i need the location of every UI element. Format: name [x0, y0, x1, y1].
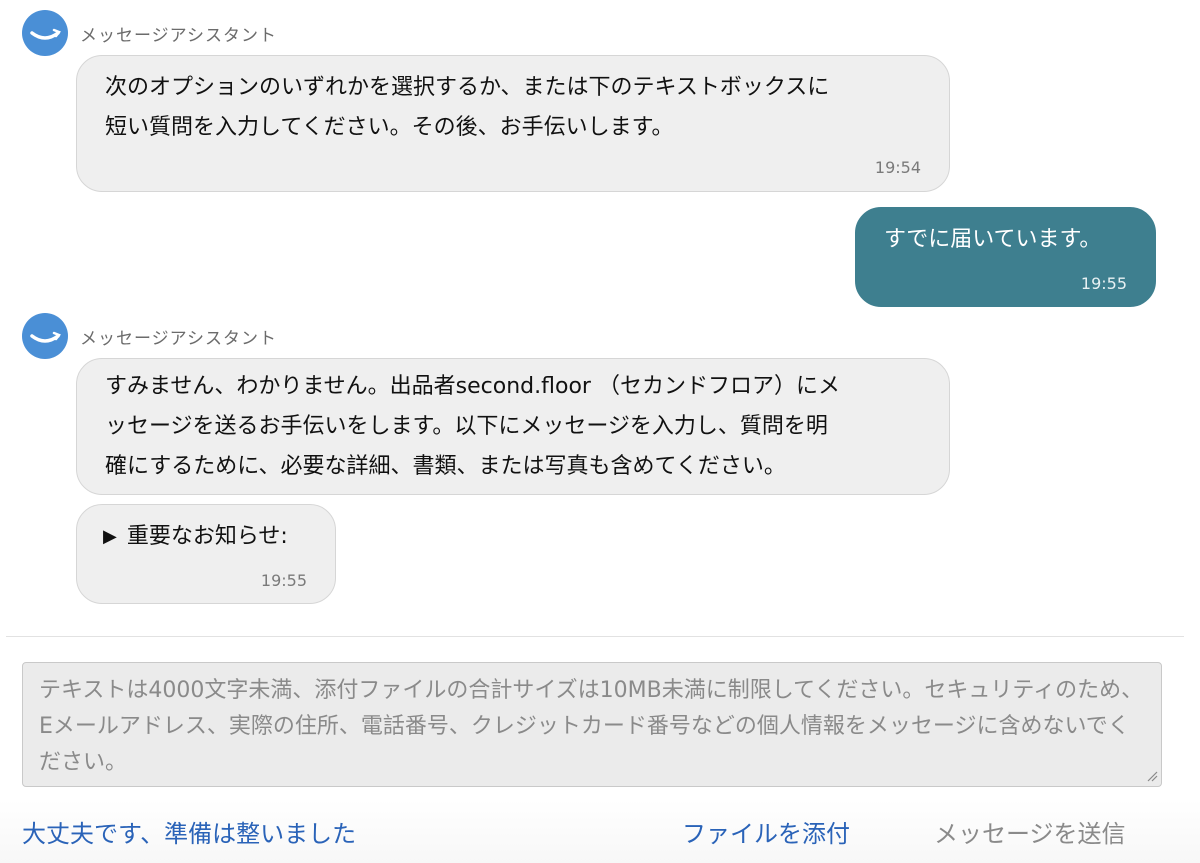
attach-file-button[interactable]: ファイルを添付: [682, 814, 850, 849]
assistant-header: メッセージアシスタント: [22, 313, 277, 359]
assistant-message: 次のオプションのいずれかを選択するか、または下のテキストボックスに 短い質問を入…: [76, 55, 950, 192]
message-timestamp: 19:54: [874, 158, 921, 177]
important-notice-message[interactable]: ▶ 重要なお知らせ: 19:55: [76, 504, 336, 604]
assistant-header: メッセージアシスタント: [22, 10, 277, 56]
assistant-name: メッセージアシスタント: [80, 25, 277, 46]
ready-button[interactable]: 大丈夫です、準備は整いました: [22, 814, 356, 849]
action-bar: 大丈夫です、準備は整いました ファイルを添付 メッセージを送信: [0, 800, 1200, 863]
message-line: 次のオプションのいずれかを選択するか、または下のテキストボックスに: [105, 75, 830, 100]
important-notice-label: 重要なお知らせ:: [126, 524, 288, 549]
important-notice-toggle[interactable]: ▶ 重要なお知らせ:: [103, 517, 309, 557]
smile-logo-icon: [22, 313, 68, 359]
message-text: すでに届いています。: [884, 227, 1102, 252]
triangle-right-icon: ▶: [103, 526, 117, 547]
user-message: すでに届いています。 19:55: [855, 207, 1156, 307]
message-timestamp: 19:55: [1080, 274, 1127, 293]
assistant-message: すみません、わかりません。出品者second.floor （セカンドフロア）にメ…: [76, 358, 950, 495]
message-input[interactable]: [22, 662, 1162, 787]
message-timestamp: 19:55: [260, 571, 307, 590]
chat-window: メッセージアシスタント 次のオプションのいずれかを選択するか、または下のテキスト…: [0, 0, 1200, 863]
message-line: ッセージを送るお手伝いをします。以下にメッセージを入力し、質問を明: [105, 414, 828, 439]
message-line: 確にするために、必要な詳細、書類、または写真も含めてください。: [105, 454, 786, 479]
smile-logo-icon: [22, 10, 68, 56]
message-line: 短い質問を入力してください。その後、お手伝いします。: [105, 115, 674, 140]
assistant-name: メッセージアシスタント: [80, 328, 277, 349]
send-message-button[interactable]: メッセージを送信: [934, 814, 1126, 849]
resize-grip-icon[interactable]: [1146, 770, 1158, 782]
message-line: すみません、わかりません。出品者second.floor （セカンドフロア）にメ: [105, 374, 840, 399]
divider: [6, 636, 1184, 637]
